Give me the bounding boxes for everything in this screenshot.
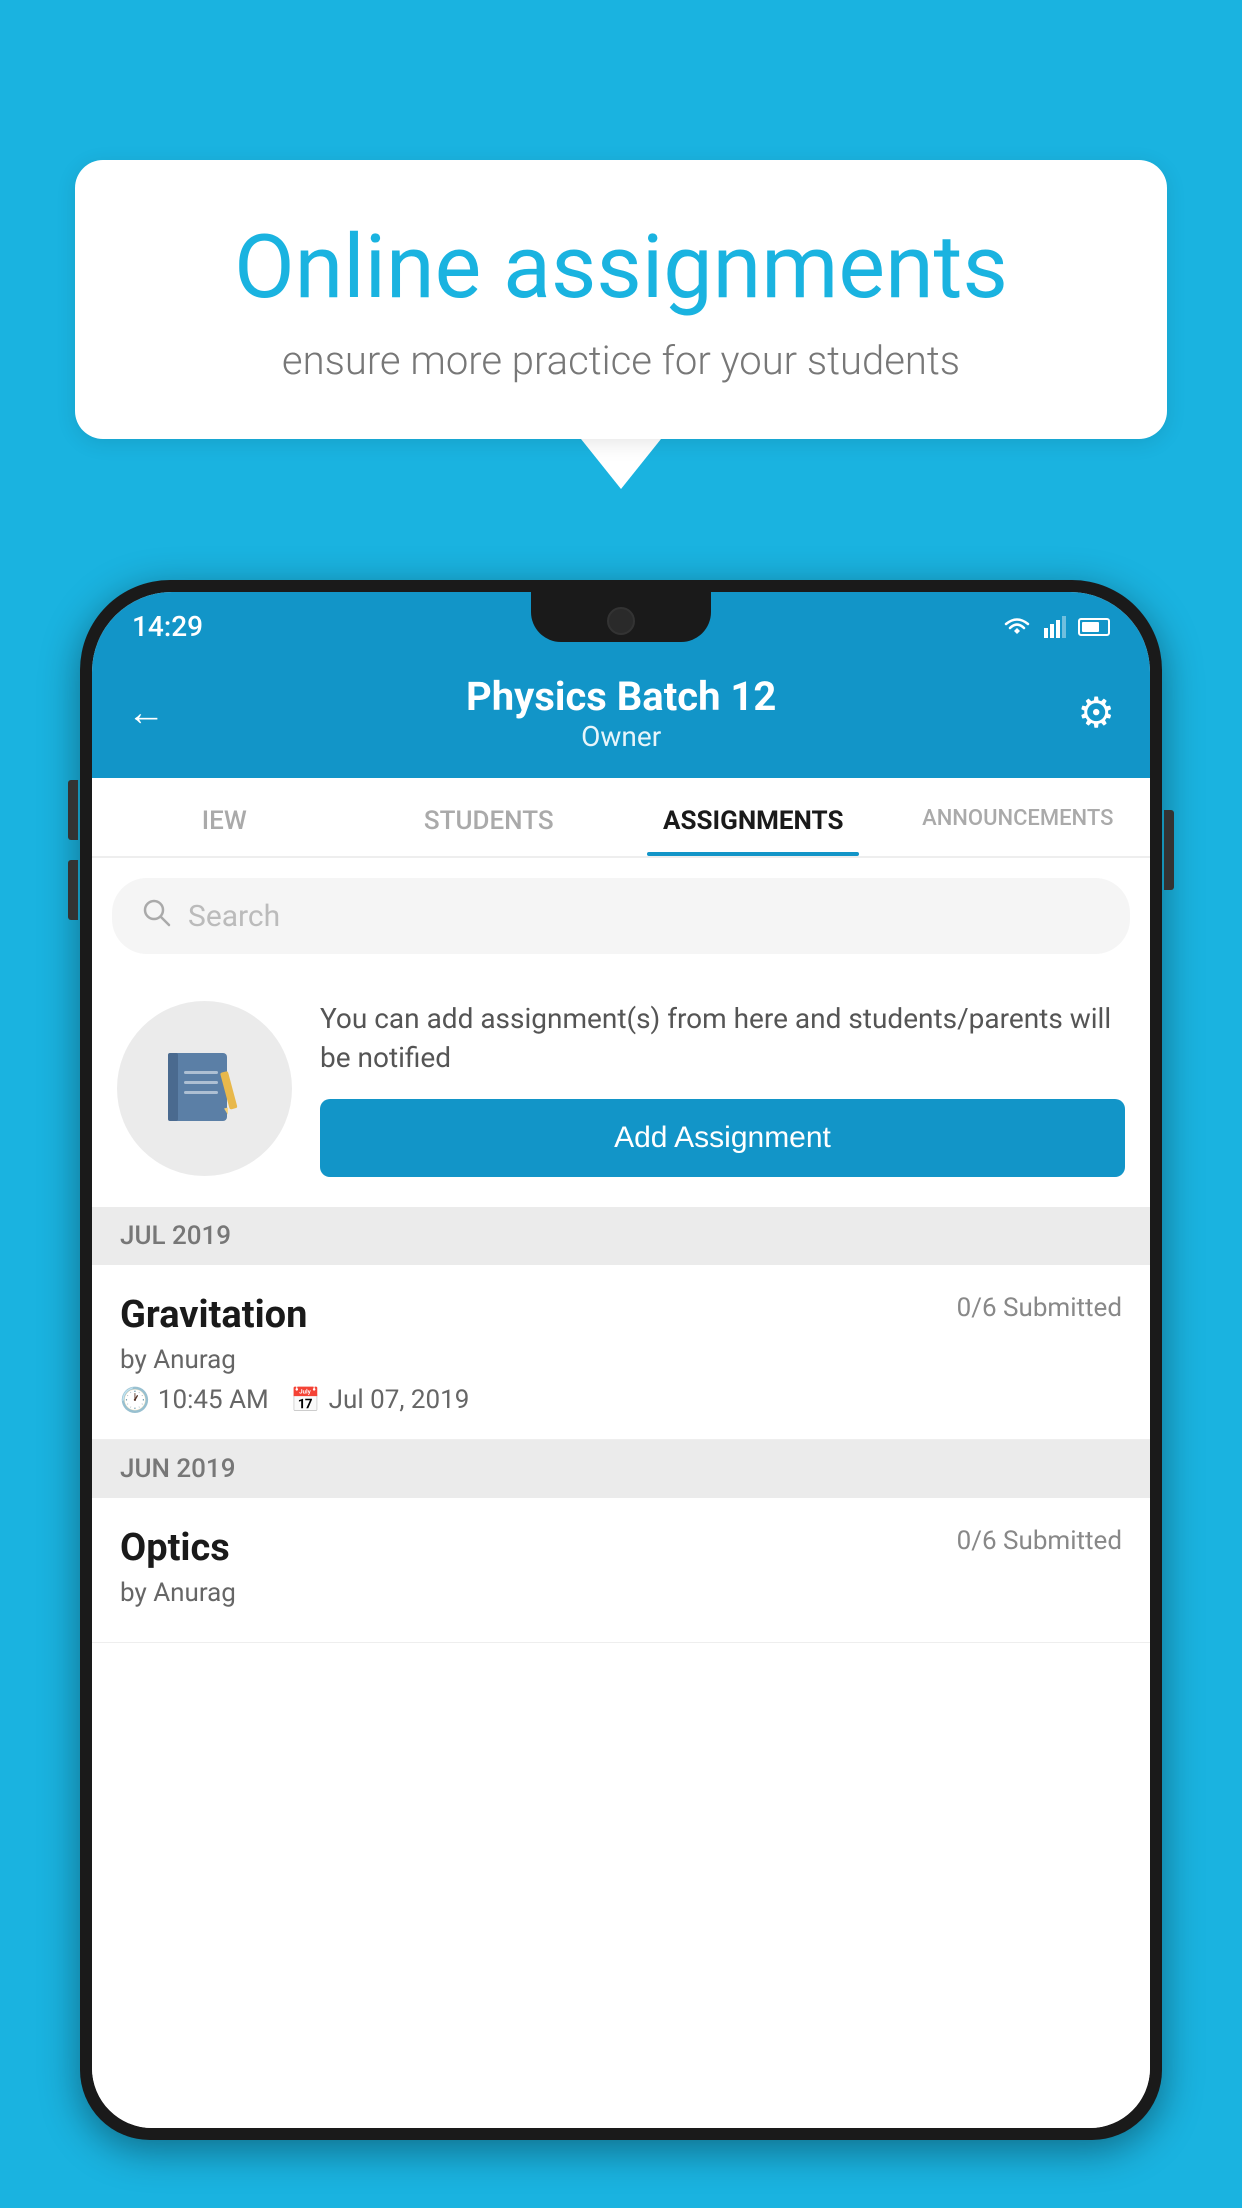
tab-assignments[interactable]: ASSIGNMENTS (621, 778, 886, 856)
calendar-icon: 📅 (291, 1386, 321, 1414)
search-placeholder: Search (188, 899, 280, 934)
header-title: Physics Batch 12 (466, 673, 776, 720)
tab-students[interactable]: STUDENTS (357, 778, 622, 856)
assignment-time: 🕐 10:45 AM (120, 1385, 269, 1415)
status-icons (1002, 616, 1110, 638)
header-title-group: Physics Batch 12 Owner (466, 673, 776, 753)
bubble-subtitle: ensure more practice for your students (145, 337, 1097, 384)
bubble-title: Online assignments (145, 220, 1097, 317)
screen-content: Search (92, 858, 1150, 2128)
promo-section: Online assignments ensure more practice … (75, 160, 1167, 489)
assignment-by: by Anurag (120, 1345, 1122, 1375)
back-button[interactable]: ← (127, 691, 165, 735)
add-assignment-button[interactable]: Add Assignment (320, 1099, 1125, 1177)
info-description: You can add assignment(s) from here and … (320, 999, 1125, 1077)
assignment-date: 📅 Jul 07, 2019 (291, 1385, 470, 1415)
assignment-submitted: 0/6 Submitted (957, 1293, 1122, 1323)
search-bar[interactable]: Search (112, 878, 1130, 954)
power-button (1164, 810, 1174, 890)
status-time: 14:29 (132, 610, 203, 643)
speech-bubble: Online assignments ensure more practice … (75, 160, 1167, 439)
assignment-by-optics: by Anurag (120, 1578, 1122, 1608)
tabs-bar: IEW STUDENTS ASSIGNMENTS ANNOUNCEMENTS (92, 778, 1150, 858)
assignment-name-optics: Optics (120, 1526, 230, 1570)
header-subtitle: Owner (466, 720, 776, 753)
phone-camera (607, 607, 635, 635)
notebook-icon (160, 1043, 250, 1133)
settings-icon[interactable]: ⚙ (1077, 688, 1115, 738)
assignment-name: Gravitation (120, 1293, 307, 1337)
notebook-icon-wrap (117, 1001, 292, 1176)
speech-bubble-tail (581, 439, 661, 489)
assignment-submitted-optics: 0/6 Submitted (957, 1526, 1122, 1556)
phone-notch (531, 592, 711, 642)
month-header-jul: JUL 2019 (92, 1207, 1150, 1265)
info-right: You can add assignment(s) from here and … (320, 999, 1125, 1177)
month-header-jun: JUN 2019 (92, 1440, 1150, 1498)
battery-icon (1078, 618, 1110, 636)
app-header: ← Physics Batch 12 Owner ⚙ (92, 653, 1150, 778)
assignment-item-optics[interactable]: Optics 0/6 Submitted by Anurag (92, 1498, 1150, 1643)
assignment-top-optics: Optics 0/6 Submitted (120, 1526, 1122, 1570)
wifi-icon (1002, 616, 1032, 638)
tab-iew[interactable]: IEW (92, 778, 357, 856)
volume-down-button (68, 860, 78, 920)
phone-outer: 14:29 (80, 580, 1162, 2140)
phone-screen: 14:29 (92, 592, 1150, 2128)
search-icon (140, 896, 172, 936)
info-section: You can add assignment(s) from here and … (92, 969, 1150, 1207)
volume-up-button (68, 780, 78, 840)
tab-announcements[interactable]: ANNOUNCEMENTS (886, 778, 1151, 856)
assignment-meta: 🕐 10:45 AM 📅 Jul 07, 2019 (120, 1385, 1122, 1415)
assignment-item-gravitation[interactable]: Gravitation 0/6 Submitted by Anurag 🕐 10… (92, 1265, 1150, 1440)
clock-icon: 🕐 (120, 1386, 150, 1414)
assignment-top: Gravitation 0/6 Submitted (120, 1293, 1122, 1337)
signal-icon (1044, 616, 1066, 638)
phone-mockup: 14:29 (80, 580, 1162, 2208)
